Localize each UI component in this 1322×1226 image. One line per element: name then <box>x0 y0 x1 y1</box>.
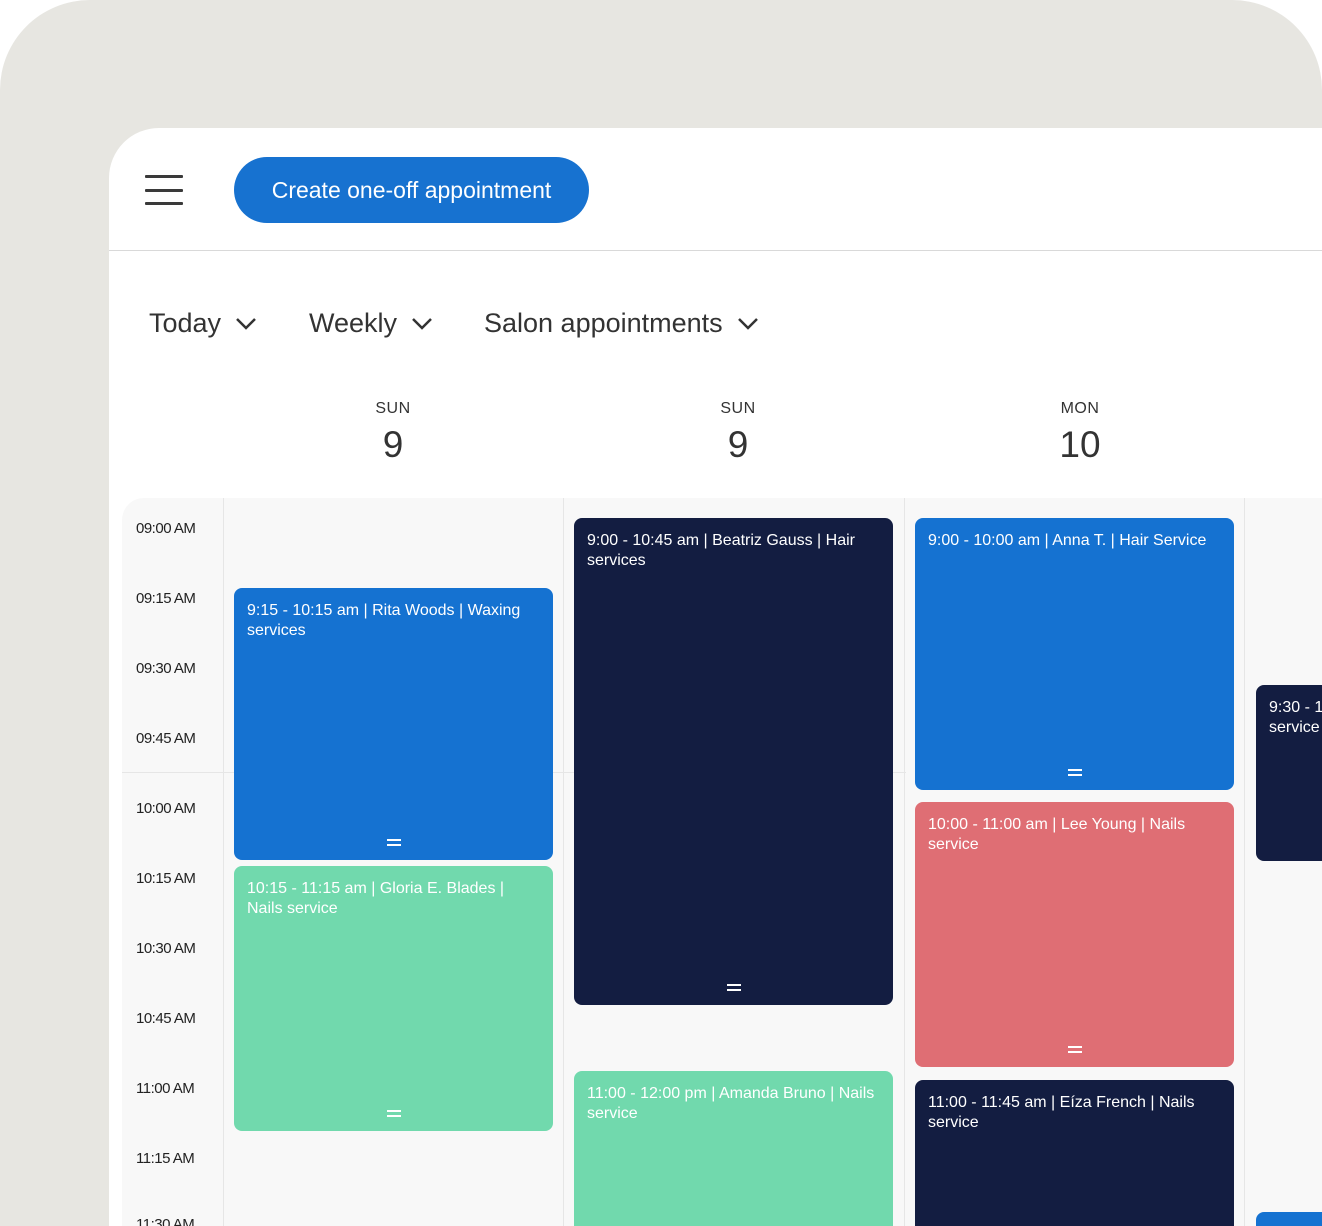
column-divider <box>563 498 564 1226</box>
appointment-gloria-blades[interactable]: 10:15 - 11:15 am | Gloria E. Blades | Na… <box>234 866 553 1131</box>
time-label: 11:15 AM <box>136 1150 195 1167</box>
appointment-text: 10:00 - 11:00 am | Lee Young | Nails ser… <box>928 816 1186 853</box>
today-label: Today <box>149 308 222 338</box>
chevron-down-icon <box>412 317 432 330</box>
time-label: 10:30 AM <box>136 940 196 957</box>
time-label: 10:45 AM <box>136 1010 196 1027</box>
appointment-text: 11:00 - 11:45 am | Eíza French | Nails s… <box>928 1094 1195 1131</box>
day-of-week: SUN <box>720 400 756 417</box>
resize-handle-icon[interactable] <box>1067 1046 1082 1053</box>
weekly-label: Weekly <box>309 308 398 338</box>
appointment-amanda-bruno[interactable]: 11:00 - 12:00 pm | Amanda Bruno | Nails … <box>574 1071 893 1226</box>
appointment-partial-bottom[interactable] <box>1256 1212 1322 1226</box>
resize-handle-icon[interactable] <box>386 1110 401 1117</box>
appointment-text: 9:00 - 10:45 am | Beatriz Gauss | Hair s… <box>587 532 855 569</box>
appointment-text: 9:30 - 1 <box>1269 699 1322 716</box>
filter-bar: Today Weekly Salon appointments <box>109 308 1322 348</box>
appointment-rita-woods[interactable]: 9:15 - 10:15 am | Rita Woods | Waxing se… <box>234 588 553 860</box>
create-appointment-button[interactable]: Create one-off appointment <box>234 157 589 223</box>
day-number: 9 <box>382 424 404 465</box>
appointment-partial[interactable]: 9:30 - 1 service <box>1256 685 1322 861</box>
appointment-beatriz-gauss[interactable]: 9:00 - 10:45 am | Beatriz Gauss | Hair s… <box>574 518 893 1005</box>
column-divider <box>1244 498 1245 1226</box>
appointment-text: 9:00 - 10:00 am | Anna T. | Hair Service <box>928 532 1207 549</box>
appointment-text: 9:15 - 10:15 am | Rita Woods | Waxing se… <box>247 602 521 639</box>
time-label: 10:00 AM <box>136 800 196 817</box>
appointment-text-2: service <box>1269 719 1320 736</box>
day-header-3[interactable]: MON 10 <box>980 400 1180 466</box>
column-divider <box>904 498 905 1226</box>
time-label: 09:15 AM <box>136 590 196 607</box>
day-number: 9 <box>727 424 749 465</box>
time-label: 11:00 AM <box>136 1080 195 1097</box>
resize-handle-icon[interactable] <box>386 839 401 846</box>
appointment-eiza-french[interactable]: 11:00 - 11:45 am | Eíza French | Nails s… <box>915 1080 1234 1226</box>
calendar-dropdown[interactable]: Salon appointments <box>484 308 759 339</box>
appointment-text: 10:15 - 11:15 am | Gloria E. Blades | Na… <box>247 880 505 917</box>
chevron-down-icon <box>737 317 758 330</box>
time-label: 09:00 AM <box>136 520 196 537</box>
chevron-down-icon <box>236 317 256 330</box>
calendar-grid[interactable]: 09:00 AM 09:15 AM 09:30 AM 09:45 AM 10:0… <box>122 498 1322 1226</box>
resize-handle-icon[interactable] <box>1067 769 1082 776</box>
day-of-week: MON <box>1060 400 1100 417</box>
time-label: 11:30 AM <box>136 1216 195 1226</box>
day-of-week: SUN <box>375 400 411 417</box>
appointment-lee-young[interactable]: 10:00 - 11:00 am | Lee Young | Nails ser… <box>915 802 1234 1067</box>
time-label: 09:45 AM <box>136 730 196 747</box>
day-number: 10 <box>1059 424 1101 465</box>
resize-handle-icon[interactable] <box>726 984 741 991</box>
time-label: 10:15 AM <box>136 870 196 887</box>
hamburger-menu-icon[interactable] <box>145 175 183 205</box>
appointment-anna-t[interactable]: 9:00 - 10:00 am | Anna T. | Hair Service <box>915 518 1234 790</box>
device-frame: Create one-off appointment Today Weekly … <box>0 0 1322 1226</box>
appointment-text: 11:00 - 12:00 pm | Amanda Bruno | Nails … <box>587 1085 875 1122</box>
day-header-1[interactable]: SUN 9 <box>293 400 493 466</box>
calendar-label: Salon appointments <box>484 308 723 338</box>
column-divider <box>223 498 224 1226</box>
time-label: 09:30 AM <box>136 660 196 677</box>
top-bar: Create one-off appointment <box>109 128 1322 251</box>
day-header-2[interactable]: SUN 9 <box>638 400 838 466</box>
weekly-dropdown[interactable]: Weekly <box>309 308 433 339</box>
today-dropdown[interactable]: Today <box>149 308 257 339</box>
app-screen: Create one-off appointment Today Weekly … <box>109 128 1322 1226</box>
